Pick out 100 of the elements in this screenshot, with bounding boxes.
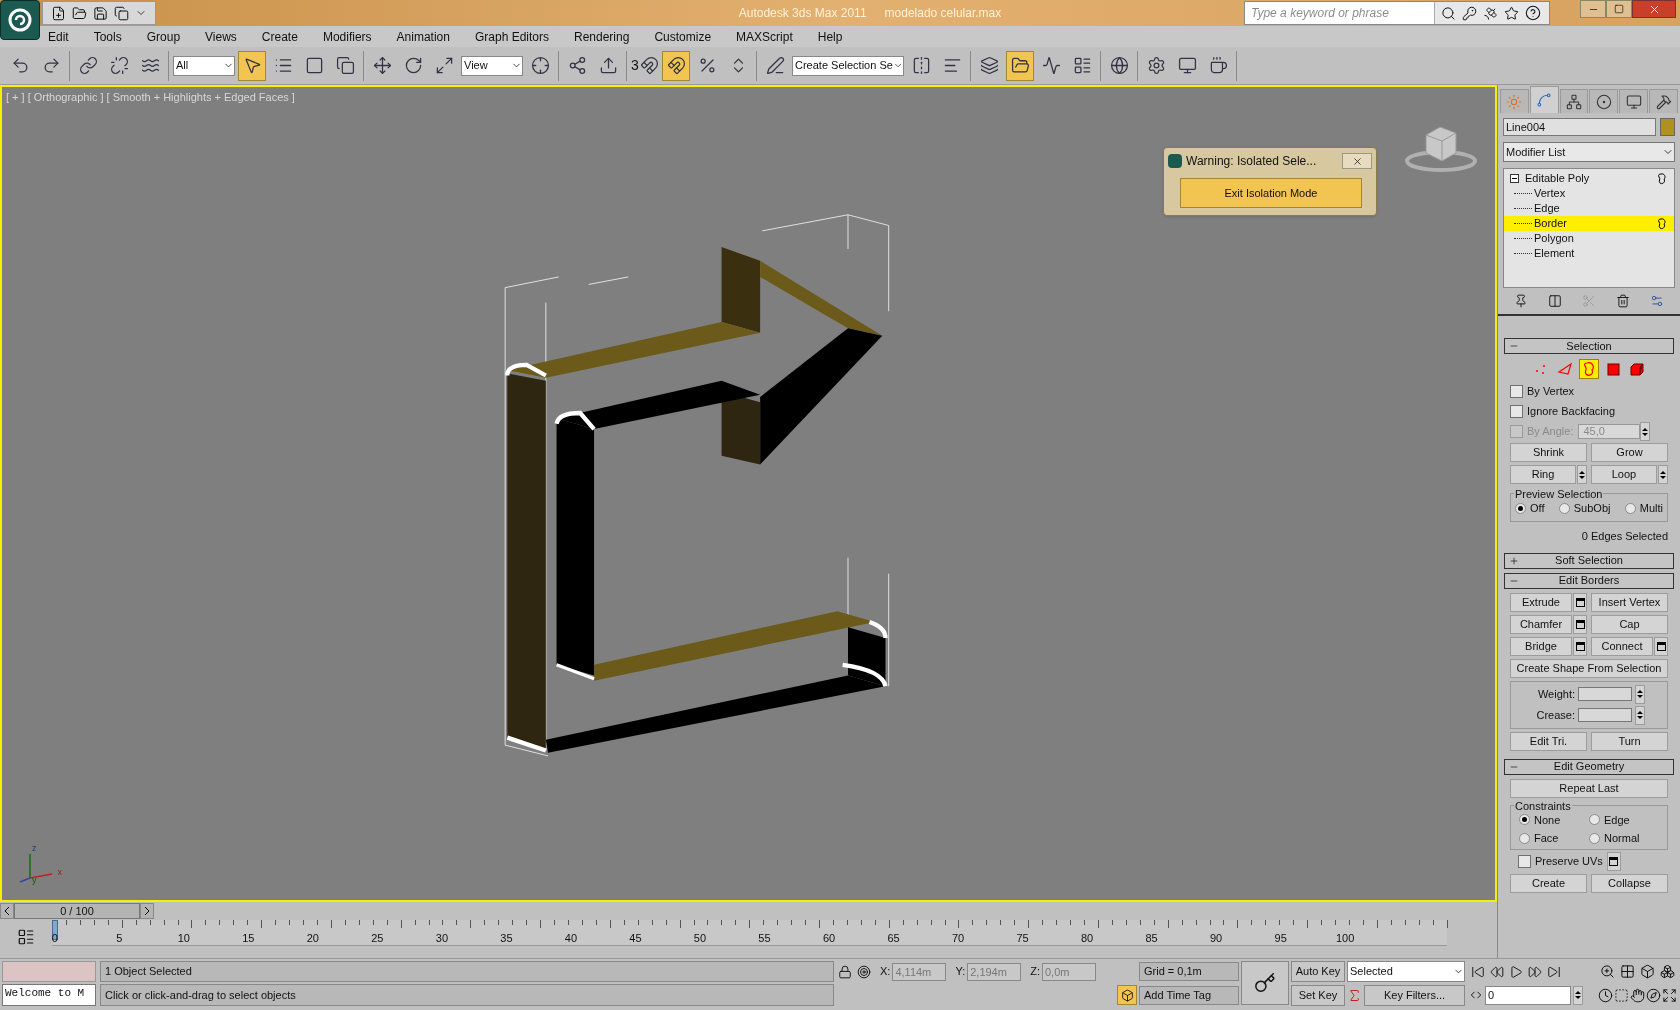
menu-item[interactable]: Edit: [48, 27, 69, 46]
menu-item[interactable]: Customize: [654, 27, 712, 46]
panel-button[interactable]: Loop: [1591, 465, 1657, 484]
set-key-button[interactable]: Set Key: [1291, 984, 1345, 1006]
menu-item[interactable]: Group: [146, 27, 181, 46]
panel-button[interactable]: Shrink: [1510, 443, 1587, 462]
frame-number: 25: [371, 931, 384, 946]
panel-button[interactable]: Chamfer: [1510, 614, 1572, 634]
app-title: Autodesk 3ds Max 2011: [738, 5, 867, 22]
menu-item[interactable]: Rendering: [574, 27, 630, 46]
grid-size-field: Grid = 0,1m: [1139, 962, 1239, 981]
checkbox-label: Preserve UVs: [1535, 854, 1603, 870]
frame-number: 55: [758, 931, 771, 946]
menu-item[interactable]: Create: [261, 27, 298, 46]
panel-button[interactable]: Create: [1510, 873, 1587, 893]
panel-button[interactable]: Grow: [1591, 443, 1668, 462]
key-filters-button[interactable]: Key Filters...: [1364, 984, 1465, 1006]
rollout-title: Edit Borders: [1558, 573, 1620, 589]
stack-item[interactable]: Border: [1504, 216, 1674, 231]
axis-label: x: [57, 866, 62, 879]
exit-isolation-button[interactable]: Exit Isolation Mode: [1180, 178, 1362, 208]
field-label: Crease:: [1536, 707, 1575, 723]
stack-item[interactable]: Editable Poly: [1525, 170, 1658, 187]
panel-button[interactable]: Collapse: [1591, 873, 1668, 893]
menu-item[interactable]: Animation: [396, 27, 450, 46]
rollout-header[interactable]: Edit Borders: [1504, 572, 1674, 589]
stack-item[interactable]: Edge: [1504, 201, 1674, 216]
frame-number: 70: [951, 931, 965, 946]
panel-button[interactable]: Ring: [1510, 465, 1576, 484]
selection-count: 0 Edges Selected: [1581, 529, 1668, 545]
panel-button[interactable]: Insert Vertex: [1591, 592, 1668, 612]
frame-number: 60: [822, 931, 836, 946]
frame-number: 95: [1274, 931, 1287, 946]
panel-button[interactable]: Connect: [1591, 636, 1653, 656]
time-tag-field[interactable]: Add Time Tag: [1139, 985, 1239, 1005]
axis-label: y: [32, 874, 37, 887]
rollout-header[interactable]: Soft Selection: [1504, 552, 1674, 569]
current-frame-field[interactable]: 0: [1485, 985, 1571, 1005]
time-slider-thumb[interactable]: 0 / 100: [0, 903, 154, 919]
viewport[interactable]: [ + ] [ Orthographic ] [ Smooth + Highlights + Edged Faces ] Warning: Isolated Sele... Exit Isolation Mode z x y: [0, 85, 1497, 902]
toolbar-dropdown[interactable]: Create Selection Se: [792, 55, 904, 76]
frame-number: 20: [306, 931, 319, 946]
axis-label: Y:: [955, 964, 966, 980]
frame-number: 85: [1145, 931, 1158, 946]
object-name-field[interactable]: Line004: [1503, 118, 1656, 136]
axis-label: Z:: [1030, 964, 1040, 980]
frame-number: 100: [1336, 931, 1355, 946]
panel-button[interactable]: Turn: [1591, 731, 1668, 751]
time-ruler[interactable]: 0 5 10 15 20 25 30 35 40 45 50 55 60 65 70 75 80 85 90 95 100: [52, 920, 1447, 946]
key-set-dropdown[interactable]: Selected: [1347, 961, 1465, 982]
search-field[interactable]: Type a keyword or phrase: [1245, 2, 1435, 24]
frame-number: 65: [887, 931, 900, 946]
toolbar-dropdown[interactable]: View: [461, 55, 523, 76]
radio-label: SubObj: [1573, 501, 1611, 516]
frame-number: 80: [1080, 931, 1094, 946]
frame-number: 90: [1210, 931, 1223, 946]
rollout-header[interactable]: Selection: [1504, 338, 1674, 354]
checkbox-label: Ignore Backfacing: [1527, 404, 1616, 420]
rollout-title: Edit Geometry: [1553, 759, 1625, 775]
radio-label: Face: [1534, 831, 1559, 846]
toolbar-dropdown[interactable]: All: [173, 55, 235, 76]
frame-number: 35: [500, 931, 513, 946]
frame-number: 10: [177, 931, 190, 946]
radio-label: None: [1534, 812, 1561, 828]
radio-label: Multi: [1639, 501, 1663, 516]
panel-button[interactable]: Extrude: [1510, 592, 1572, 612]
radio-label: Edge: [1604, 812, 1630, 828]
auto-key-button[interactable]: Auto Key: [1291, 961, 1345, 982]
panel-button[interactable]: Cap: [1591, 614, 1668, 634]
menu-item[interactable]: Graph Editors: [474, 27, 549, 46]
frame-number: 0: [51, 931, 58, 946]
frame-number: 15: [242, 931, 255, 946]
panel-button[interactable]: Edit Tri.: [1510, 731, 1587, 751]
status-field: 1 Object Selected: [100, 961, 834, 982]
frame-number: 50: [693, 931, 707, 946]
maxscript-output-field[interactable]: Welcome to M: [2, 984, 96, 1006]
rollout-header[interactable]: Edit Geometry: [1504, 758, 1674, 775]
menu-item[interactable]: Tools: [93, 27, 122, 46]
rollout-title: Selection: [1566, 338, 1612, 354]
frame-number: 30: [435, 931, 448, 946]
menu-item[interactable]: Views: [205, 27, 237, 46]
dialog-title: Warning: Isolated Sele...: [1186, 153, 1318, 170]
panel-button[interactable]: Bridge: [1510, 636, 1572, 656]
field-label: Weight:: [1537, 686, 1575, 702]
modifier-list-dropdown[interactable]: Modifier List: [1503, 142, 1675, 162]
toolbar-button[interactable]: 3: [631, 50, 659, 81]
panel-button[interactable]: Repeat Last: [1510, 778, 1668, 798]
stack-item[interactable]: Element: [1504, 246, 1674, 261]
rollout-title: Soft Selection: [1555, 553, 1623, 569]
menu-item[interactable]: MAXScript: [736, 27, 793, 46]
menu-item[interactable]: Help: [817, 27, 843, 46]
panel-button[interactable]: Create Shape From Selection: [1510, 658, 1668, 678]
time-slider-track[interactable]: 0 / 100: [0, 902, 1497, 920]
menu-item[interactable]: Modifiers: [322, 27, 372, 46]
radio-label: Normal: [1604, 831, 1640, 846]
stack-item[interactable]: Polygon: [1504, 231, 1674, 246]
stack-item[interactable]: Vertex: [1504, 186, 1674, 201]
file-title: modelado celular.max: [884, 5, 1002, 22]
prompt-field: Click or click-and-drag to select objects: [100, 984, 834, 1006]
frame-number: 40: [564, 931, 578, 946]
